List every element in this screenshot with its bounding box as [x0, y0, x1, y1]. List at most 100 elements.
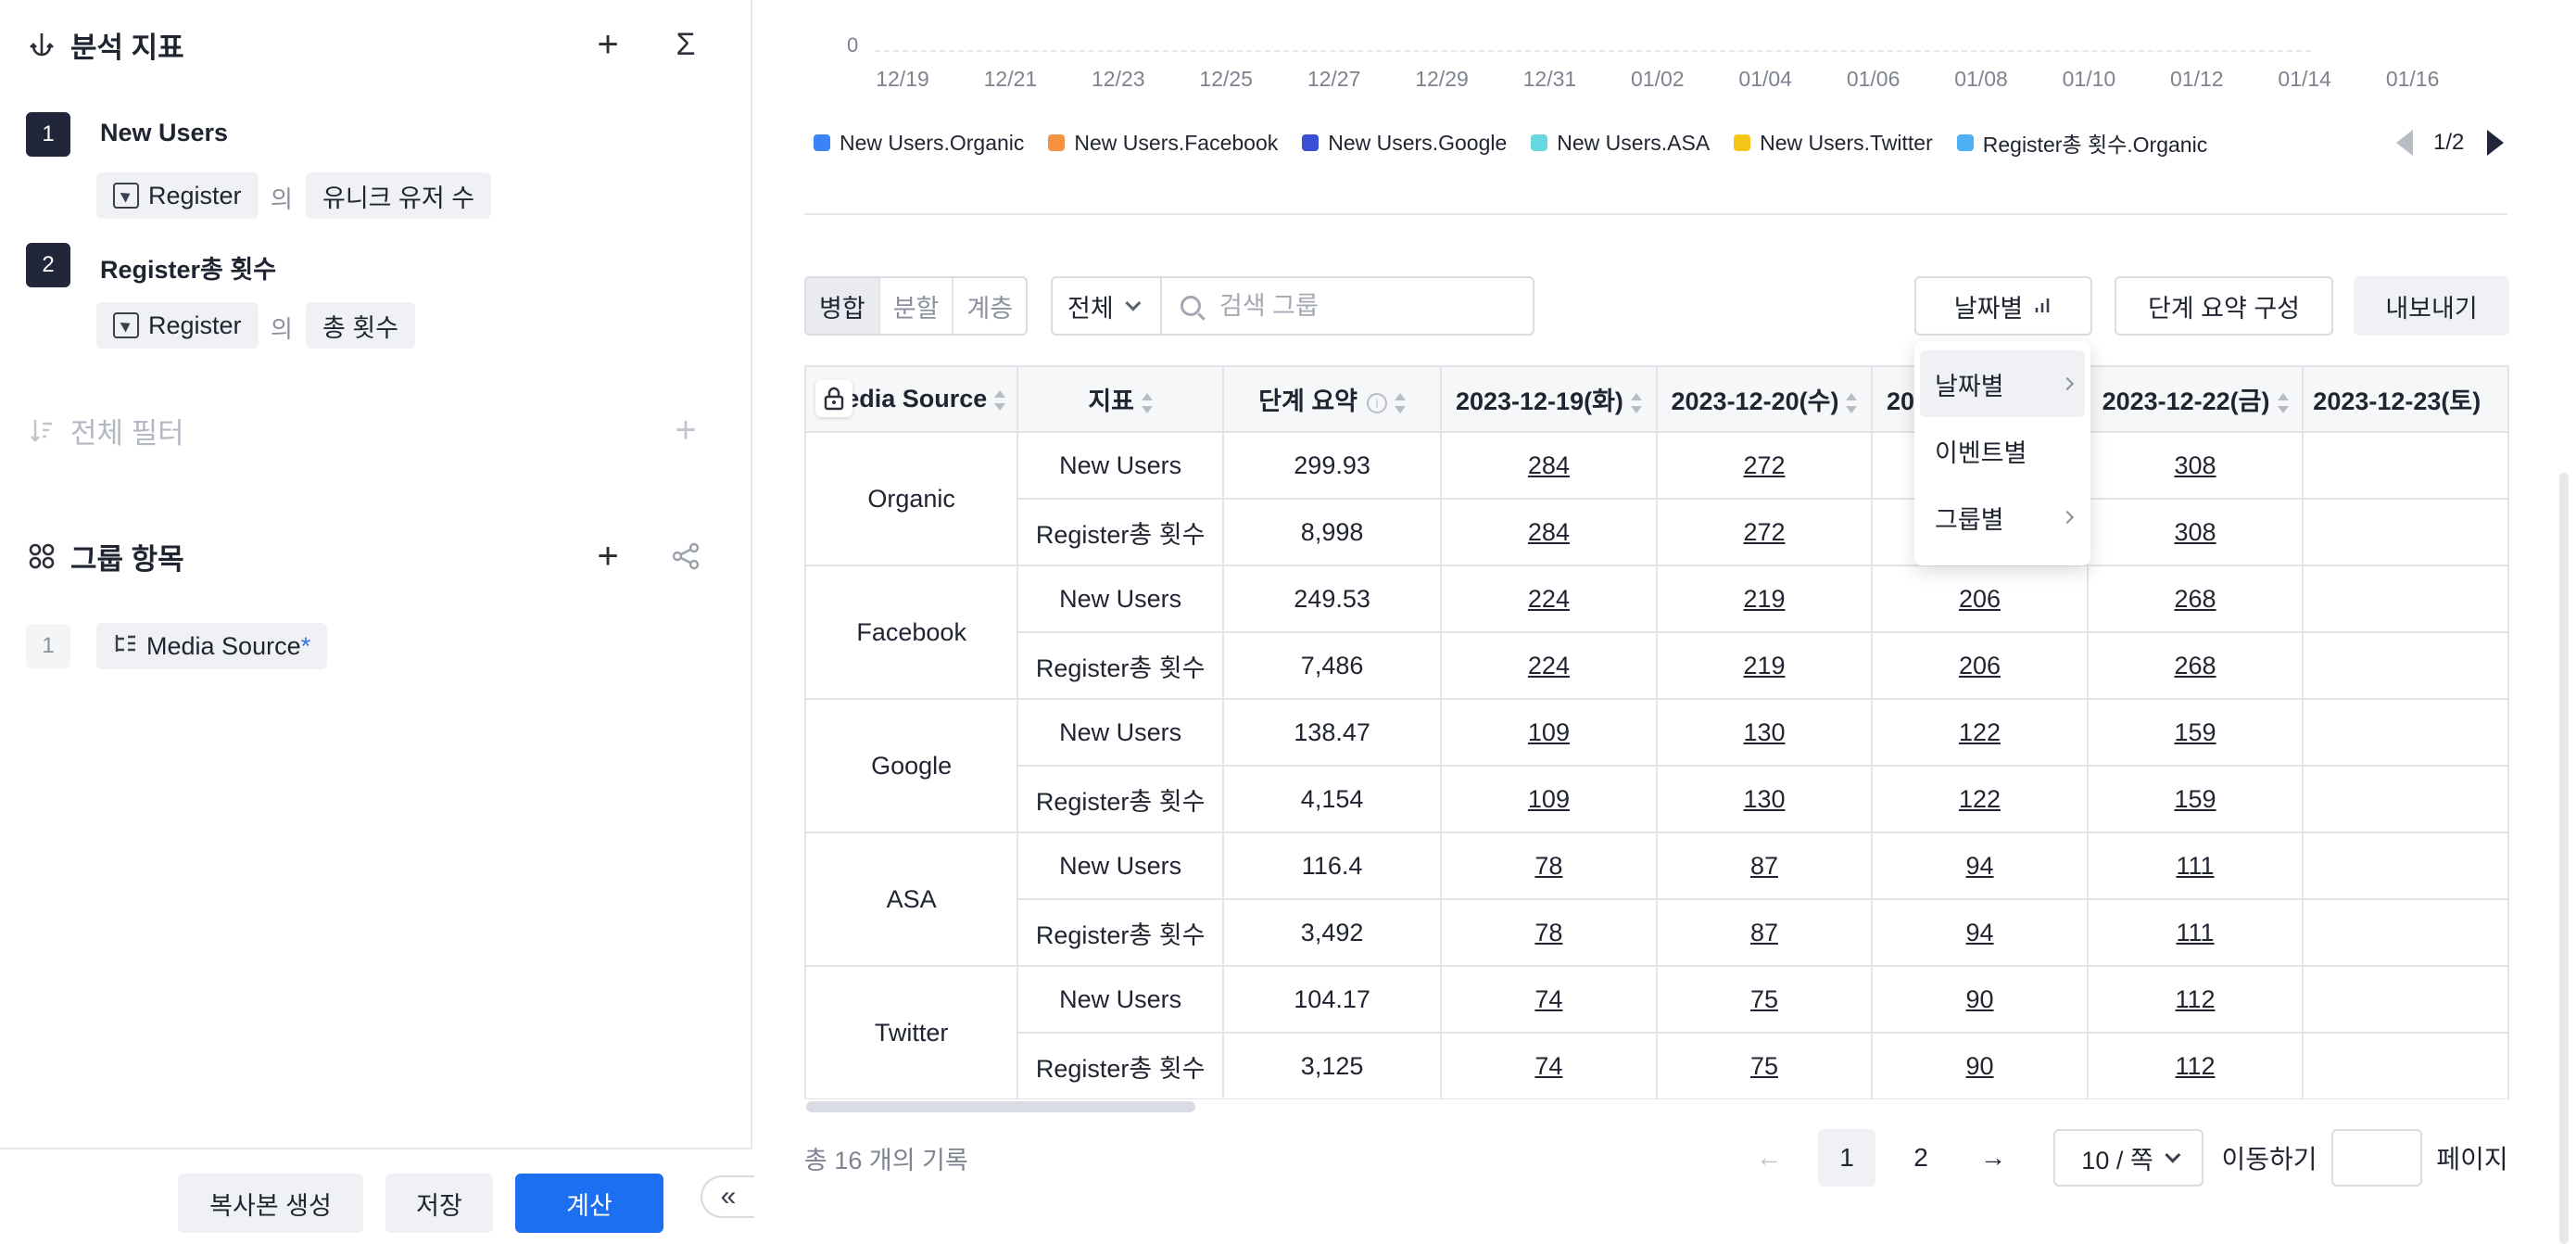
sort-icon[interactable] [1142, 392, 1153, 413]
value-link[interactable]: 87 [1750, 919, 1778, 946]
value-link[interactable]: 122 [1959, 718, 2001, 746]
legend-item[interactable]: New Users.Facebook [1048, 131, 1278, 156]
save-button[interactable]: 저장 [385, 1174, 493, 1233]
value-link[interactable]: 308 [2175, 518, 2216, 546]
dropdown-item-by-date[interactable]: 날짜별 [1920, 350, 2085, 417]
value-cell [2303, 966, 2509, 1034]
col-header-summary[interactable]: 단계 요약 i [1223, 367, 1443, 433]
add-metric-plus-icon[interactable]: + [587, 24, 628, 65]
col-header-date[interactable]: 2023-12-20(수) [1656, 367, 1874, 433]
summary-config-button[interactable]: 단계 요약 구성 [2115, 276, 2333, 336]
value-link[interactable]: 122 [1959, 785, 2001, 813]
value-link[interactable]: 94 [1965, 919, 1993, 946]
measure-chip[interactable]: 유니크 유저 수 [306, 172, 492, 219]
table-horizontal-scrollbar[interactable] [806, 1101, 1195, 1112]
legend-prev-icon[interactable] [2396, 126, 2413, 159]
value-link[interactable]: 284 [1528, 518, 1570, 546]
value-link[interactable]: 272 [1743, 451, 1785, 479]
value-link[interactable]: 78 [1534, 852, 1562, 880]
value-link[interactable]: 130 [1743, 785, 1785, 813]
value-link[interactable]: 206 [1959, 585, 2001, 613]
value-link[interactable]: 75 [1750, 985, 1778, 1013]
group-filter-select[interactable]: 전체 [1051, 276, 1162, 336]
value-link[interactable]: 268 [2175, 585, 2216, 613]
group-cell: Google [806, 699, 1019, 833]
legend-item[interactable]: New Users.ASA [1531, 131, 1710, 156]
formula-sigma-icon[interactable]: Σ [665, 24, 706, 65]
page-size-select[interactable]: 10 / 쪽 [2053, 1129, 2203, 1187]
value-link[interactable]: 224 [1528, 585, 1570, 613]
value-link[interactable]: 159 [2175, 785, 2216, 813]
value-link[interactable]: 109 [1528, 785, 1570, 813]
page-2-button[interactable]: 2 [1892, 1129, 1950, 1187]
event-chip[interactable]: Register [96, 172, 259, 219]
col-header-metric[interactable]: 지표 [1017, 367, 1224, 433]
sort-icon[interactable] [2277, 392, 2289, 413]
view-mode-split[interactable]: 분할 [880, 278, 954, 334]
dropdown-item-by-event[interactable]: 이벤트별 [1920, 417, 2085, 484]
share-nodes-icon[interactable] [665, 536, 706, 577]
dropdown-item-by-group[interactable]: 그룹별 [1920, 484, 2085, 551]
page-1-button[interactable]: 1 [1818, 1129, 1875, 1187]
add-group-plus-icon[interactable]: + [587, 536, 628, 577]
sort-icon[interactable] [1395, 392, 1407, 413]
sort-icon[interactable] [1630, 392, 1642, 413]
value-link[interactable]: 111 [2177, 852, 2215, 880]
legend-next-icon[interactable] [2487, 126, 2504, 159]
value-link[interactable]: 90 [1965, 1052, 1993, 1080]
view-mode-hierarchy[interactable]: 계층 [953, 278, 1026, 334]
copy-button[interactable]: 복사본 생성 [178, 1174, 363, 1233]
value-link[interactable]: 109 [1528, 718, 1570, 746]
compute-button[interactable]: 계산 [515, 1174, 663, 1233]
value-link[interactable]: 112 [2176, 985, 2216, 1013]
col-header-date[interactable]: 2023-12-23(토) [2303, 367, 2509, 433]
value-link[interactable]: 90 [1965, 985, 1993, 1013]
col-header-date[interactable]: 2023-12-19(화) [1441, 367, 1658, 433]
value-cell: 90 [1872, 1033, 2089, 1099]
info-icon[interactable]: i [1367, 392, 1388, 413]
goto-page-input[interactable] [2331, 1129, 2422, 1187]
value-cell: 112 [2087, 1033, 2305, 1099]
group-search-input[interactable] [1219, 291, 1516, 321]
value-link[interactable]: 219 [1743, 652, 1785, 679]
value-link[interactable]: 272 [1743, 518, 1785, 546]
value-link[interactable]: 284 [1528, 451, 1570, 479]
value-link[interactable]: 74 [1534, 1052, 1562, 1080]
sort-icon[interactable] [994, 389, 1006, 411]
add-filter-plus-icon[interactable]: + [665, 410, 706, 451]
next-page-arrow-icon[interactable]: → [1966, 1129, 2020, 1187]
sort-icon[interactable] [1846, 392, 1858, 413]
page-vertical-scrollbar[interactable] [2559, 473, 2569, 1244]
value-link[interactable]: 159 [2175, 718, 2216, 746]
legend-item[interactable]: New Users.Google [1302, 131, 1507, 156]
x-tick-label: 01/02 [1631, 67, 1685, 91]
value-link[interactable]: 268 [2175, 652, 2216, 679]
legend-item[interactable]: Register총 횟수.Organic [1956, 127, 2207, 159]
measure-chip[interactable]: 총 횟수 [306, 302, 416, 349]
col-header-date[interactable]: 2023-12-22(금) [2087, 367, 2305, 433]
metric-name[interactable]: Register총 횟수 [100, 249, 276, 286]
value-link[interactable]: 308 [2175, 451, 2216, 479]
value-link[interactable]: 206 [1959, 652, 2001, 679]
metric-name[interactable]: New Users [100, 119, 228, 147]
group-chip-media-source[interactable]: Media Source * [96, 623, 328, 669]
legend-item[interactable]: New Users.Twitter [1734, 131, 1933, 156]
value-link[interactable]: 219 [1743, 585, 1785, 613]
value-link[interactable]: 111 [2177, 919, 2215, 946]
collapse-panel-button[interactable]: « [701, 1175, 754, 1218]
export-button[interactable]: 내보내기 [2354, 276, 2509, 336]
value-link[interactable]: 87 [1750, 852, 1778, 880]
view-mode-merge[interactable]: 병합 [806, 278, 880, 334]
value-link[interactable]: 130 [1743, 718, 1785, 746]
value-link[interactable]: 224 [1528, 652, 1570, 679]
value-link[interactable]: 74 [1534, 985, 1562, 1013]
value-link[interactable]: 112 [2176, 1052, 2216, 1080]
value-link[interactable]: 94 [1965, 852, 1993, 880]
event-chip[interactable]: Register [96, 302, 259, 349]
prev-page-arrow-icon[interactable]: ← [1742, 1129, 1796, 1187]
by-date-button[interactable]: 날짜별 [1914, 276, 2092, 336]
value-link[interactable]: 78 [1534, 919, 1562, 946]
legend-item[interactable]: New Users.Organic [814, 131, 1024, 156]
lock-column-icon[interactable] [815, 380, 852, 417]
value-link[interactable]: 75 [1750, 1052, 1778, 1080]
